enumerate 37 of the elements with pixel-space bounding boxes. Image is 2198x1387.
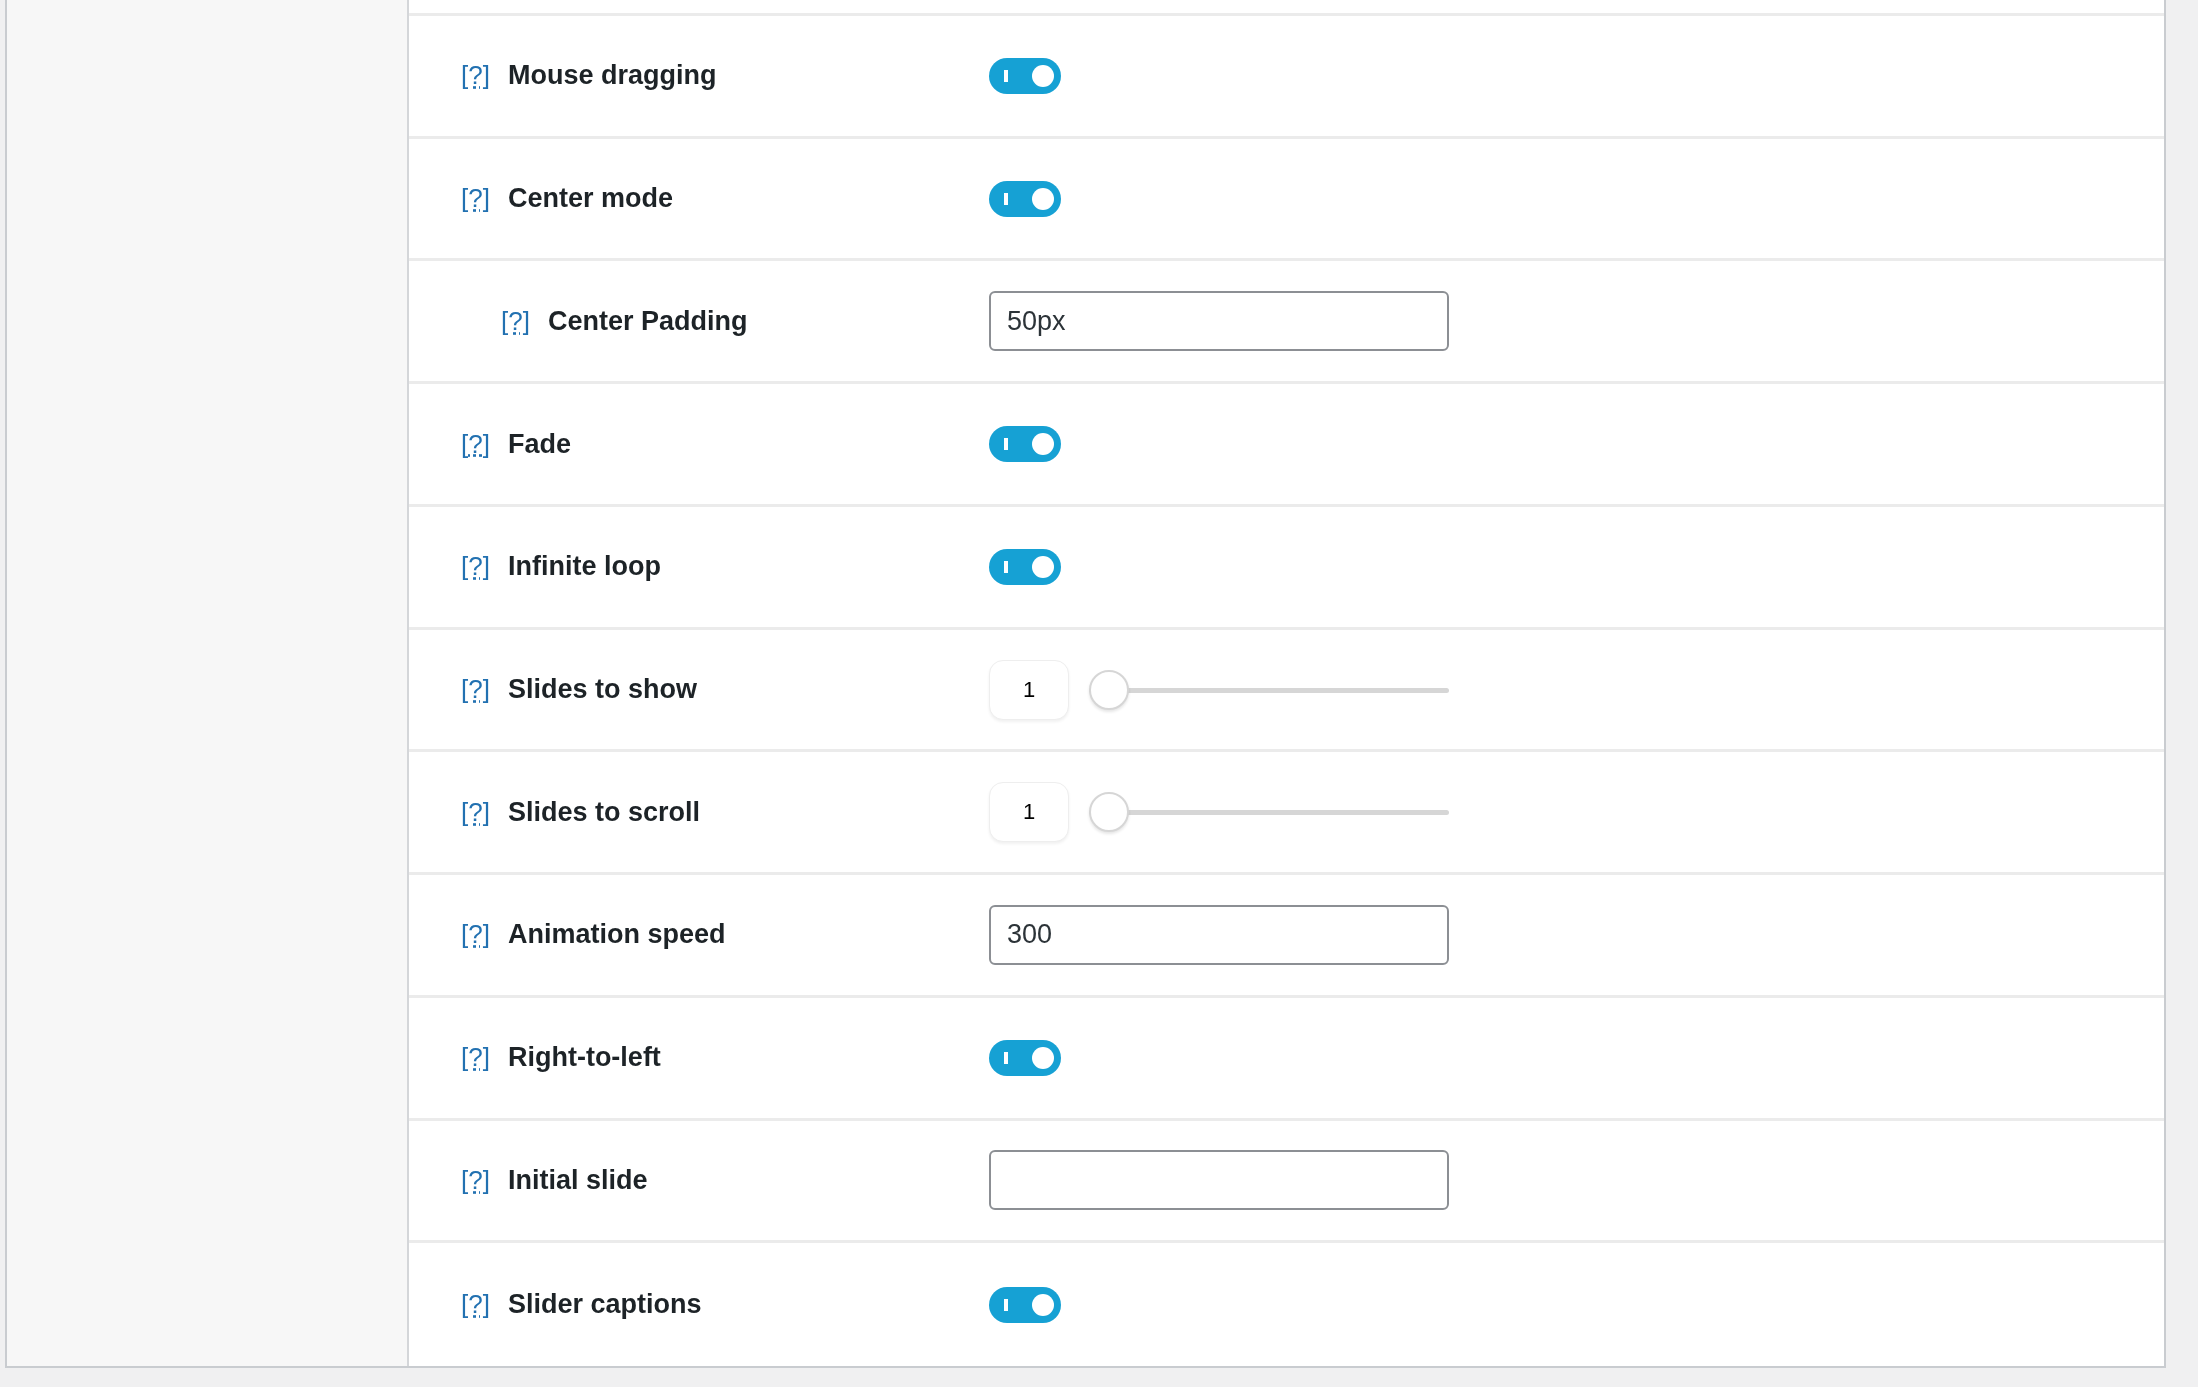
- toggle-switch[interactable]: [989, 1286, 1061, 1323]
- help-link[interactable]: [?]: [461, 796, 490, 828]
- toggle-switch[interactable]: [989, 57, 1061, 94]
- setting-label: Slides to scroll: [507, 796, 700, 828]
- number-field[interactable]: 1: [989, 782, 1069, 843]
- help-link[interactable]: [?]: [501, 305, 530, 337]
- slider-thumb[interactable]: [1089, 669, 1129, 710]
- help-link[interactable]: [?]: [461, 1289, 490, 1321]
- help-link[interactable]: [?]: [461, 428, 490, 460]
- setting-label: Initial slide: [507, 1164, 648, 1196]
- help-link[interactable]: [?]: [461, 1164, 490, 1196]
- text-input-field[interactable]: 300: [989, 904, 1449, 965]
- help-link[interactable]: [?]: [461, 183, 490, 215]
- help-link[interactable]: [?]: [461, 674, 490, 705]
- toggle-switch[interactable]: [989, 1039, 1061, 1076]
- slider[interactable]: [1089, 669, 1449, 710]
- toggle-switch[interactable]: [989, 426, 1061, 463]
- setting-label: Fade: [507, 428, 571, 460]
- number-field[interactable]: 1: [989, 659, 1069, 720]
- slider[interactable]: [1089, 792, 1449, 833]
- setting-label: Mouse dragging: [507, 60, 717, 92]
- text-input-field[interactable]: 50px: [989, 291, 1449, 352]
- help-link[interactable]: [?]: [461, 919, 490, 951]
- toggle-switch[interactable]: [989, 180, 1061, 217]
- slider-thumb[interactable]: [1089, 792, 1129, 833]
- setting-label: Slider captions: [507, 1289, 702, 1321]
- setting-label: Center Padding: [547, 305, 748, 337]
- toggle-switch[interactable]: [989, 548, 1061, 585]
- setting-label: Center mode: [507, 183, 673, 215]
- help-link[interactable]: [?]: [461, 1042, 490, 1074]
- setting-label: Right-to-left: [507, 1042, 661, 1074]
- help-link[interactable]: [?]: [461, 551, 490, 583]
- help-link[interactable]: [?]: [461, 60, 490, 92]
- setting-label: Slides to show: [507, 674, 697, 705]
- text-input-field[interactable]: [989, 1150, 1449, 1211]
- setting-label: Infinite loop: [507, 551, 661, 583]
- setting-label: Animation speed: [507, 919, 726, 951]
